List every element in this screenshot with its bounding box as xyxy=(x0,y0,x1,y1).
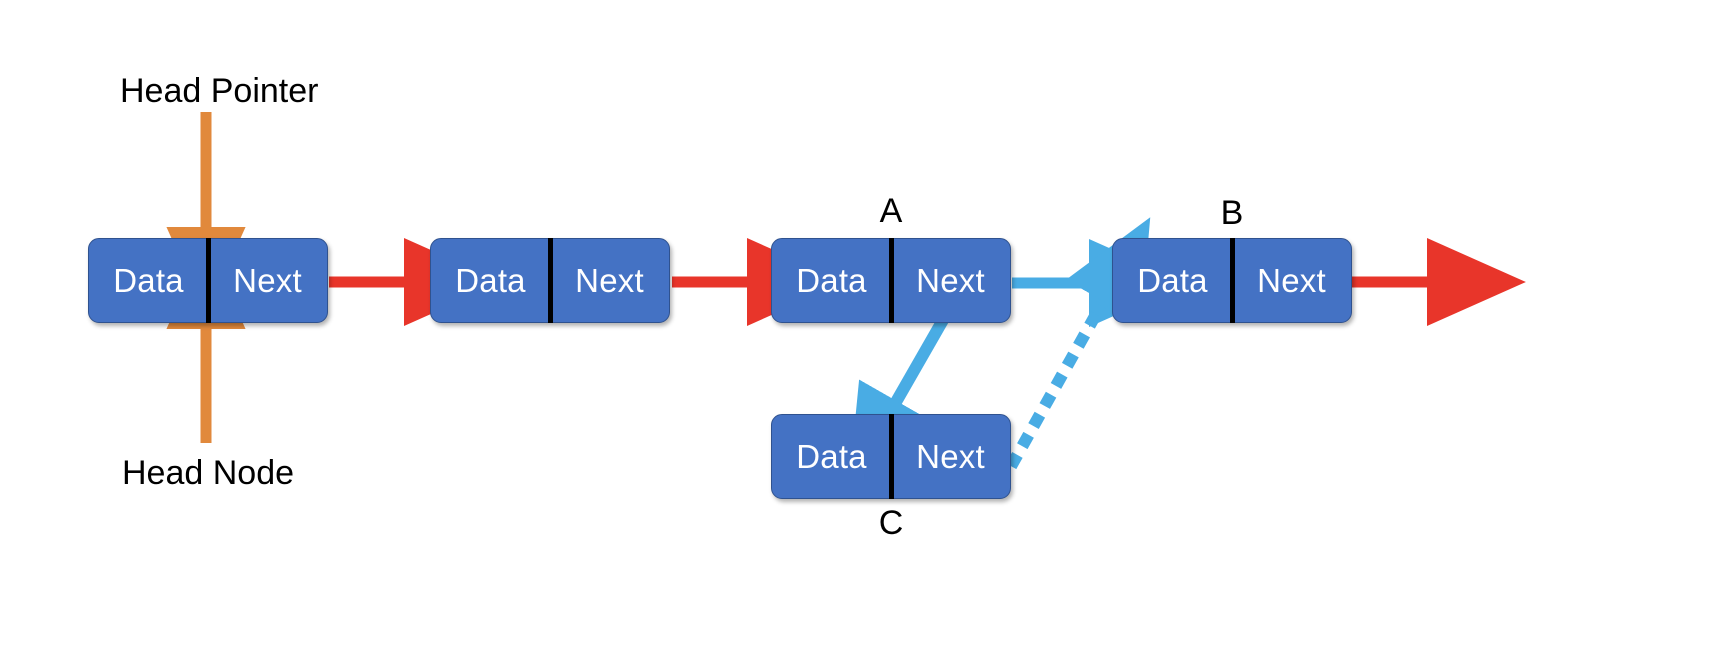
node-b-tag: B xyxy=(1220,194,1244,232)
node-a-next-cell: Next xyxy=(916,262,985,299)
head-pointer-label: Head Pointer xyxy=(120,72,319,110)
node-b-next-cell: Next xyxy=(1257,262,1326,299)
list-node-2[interactable]: Data Next xyxy=(430,238,670,323)
list-node-c[interactable]: Data Next xyxy=(771,414,1011,499)
edge-c-to-b-new-link xyxy=(1005,217,1151,470)
list-node-a[interactable]: Data Next xyxy=(771,238,1011,323)
node-a-divider xyxy=(888,238,894,323)
diagram-canvas: Data Next Data Next Data Next Data Next … xyxy=(0,0,1730,664)
node-1-next-cell: Next xyxy=(233,262,302,299)
list-node-b[interactable]: Data Next xyxy=(1112,238,1352,323)
node-b-data-cell: Data xyxy=(1137,262,1208,299)
node-1-data-cell: Data xyxy=(113,262,184,299)
head-node-label: Head Node xyxy=(122,454,295,492)
node-2-data-cell: Data xyxy=(455,262,526,299)
node-2-next-cell: Next xyxy=(575,262,644,299)
node-c-data-cell: Data xyxy=(796,438,867,475)
node-b-divider xyxy=(1229,238,1235,323)
node-2-divider xyxy=(547,238,553,323)
node-c-divider xyxy=(888,414,894,499)
node-a-data-cell: Data xyxy=(796,262,867,299)
node-c-next-cell: Next xyxy=(916,438,985,475)
list-node-1[interactable]: Data Next xyxy=(88,238,328,323)
node-a-tag: A xyxy=(879,192,903,230)
node-1-divider xyxy=(205,238,211,323)
node-c-tag: C xyxy=(878,504,904,542)
edge-a-to-c-new-link xyxy=(848,317,949,485)
